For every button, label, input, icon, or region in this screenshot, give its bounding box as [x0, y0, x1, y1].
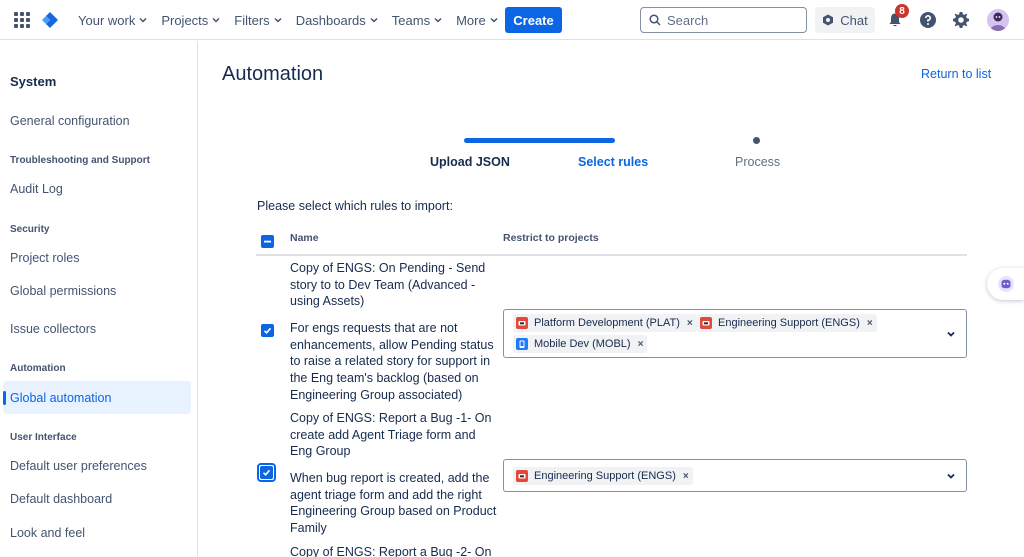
remove-tag-icon[interactable]: ×: [867, 318, 873, 329]
project-avatar-icon: [700, 317, 712, 329]
sidebar-heading-troubleshooting: Troubleshooting and Support: [10, 155, 150, 166]
remove-tag-icon[interactable]: ×: [687, 318, 693, 329]
help-icon: [920, 12, 936, 28]
search-icon: [649, 14, 661, 26]
rule-2-project-select[interactable]: Engineering Support (ENGS) ×: [503, 459, 967, 492]
project-avatar-icon: [516, 317, 528, 329]
instructions-text: Please select which rules to import:: [257, 199, 453, 213]
rule-3-name: Copy of ENGS: Report a Bug -2- On: [290, 545, 492, 557]
sidebar-item-global-automation[interactable]: Global automation: [3, 381, 191, 414]
sidebar-heading-security: Security: [10, 224, 50, 235]
step-select-rules: Select rules: [578, 155, 649, 169]
chevron-down-icon: [139, 17, 147, 23]
nav-teams-label: Teams: [391, 12, 431, 28]
user-avatar-icon: [987, 9, 1009, 31]
rule-1-name: Copy of ENGS: On Pending - Send story to…: [290, 261, 486, 309]
return-to-list-link[interactable]: Return to list: [921, 67, 991, 81]
nav-teams[interactable]: Teams: [392, 13, 442, 28]
gear-icon: [953, 12, 969, 28]
nav-projects[interactable]: Projects: [161, 13, 220, 28]
project-tag-plat: Platform Development (PLAT) ×: [513, 314, 697, 332]
nav-more[interactable]: More: [456, 13, 498, 28]
project-avatar-icon: [516, 338, 528, 350]
chevron-down-icon: [434, 17, 442, 23]
sidebar-item-issue-collectors[interactable]: Issue collectors: [10, 322, 96, 336]
notification-count-badge: 8: [895, 4, 909, 18]
notifications-button[interactable]: 8: [883, 4, 909, 32]
rule-2-description: When bug report is created, add the agen…: [290, 471, 497, 536]
project-tag-engs: Engineering Support (ENGS) ×: [697, 314, 877, 332]
project-tag-label: Mobile Dev (MOBL): [534, 338, 631, 350]
column-header-restrict[interactable]: Restrict to projects: [503, 232, 599, 244]
sidebar-title: System: [10, 74, 57, 89]
checkmark-icon: [263, 327, 272, 334]
settings-button[interactable]: [949, 8, 973, 32]
project-tag-engs: Engineering Support (ENGS) ×: [513, 467, 693, 485]
sidebar-heading-user-interface: User Interface: [10, 432, 77, 443]
nav-more-label: More: [456, 12, 486, 28]
chat-label: Chat: [840, 12, 868, 28]
checkmark-icon: [262, 469, 271, 476]
nav-your-work-label: Your work: [78, 12, 136, 28]
help-button[interactable]: [916, 8, 940, 32]
nav-projects-label: Projects: [161, 12, 209, 28]
chevron-down-icon[interactable]: [946, 471, 956, 481]
search-box[interactable]: [640, 7, 807, 33]
sidebar-item-general-configuration[interactable]: General configuration: [10, 114, 130, 128]
sidebar-item-global-permissions[interactable]: Global permissions: [10, 284, 116, 298]
rule-1-project-select[interactable]: Platform Development (PLAT) × Engineerin…: [503, 309, 967, 358]
nav-filters-label: Filters: [234, 12, 270, 28]
sidebar-item-default-dashboard[interactable]: Default dashboard: [10, 492, 112, 506]
nav-your-work[interactable]: Your work: [78, 13, 147, 28]
sidebar-item-default-user-preferences[interactable]: Default user preferences: [10, 459, 147, 473]
chevron-down-icon[interactable]: [946, 329, 956, 339]
project-tag-mobl: Mobile Dev (MOBL) ×: [513, 335, 648, 353]
sidebar-item-global-automation-label: Global automation: [10, 390, 112, 405]
page-title: Automation: [222, 63, 324, 85]
avatar[interactable]: [987, 9, 1009, 31]
sidebar-item-audit-log[interactable]: Audit Log: [10, 182, 63, 196]
select-all-checkbox[interactable]: [261, 235, 274, 248]
create-button[interactable]: Create: [505, 7, 562, 33]
indeterminate-icon: [264, 240, 271, 243]
chevron-down-icon: [490, 17, 498, 23]
project-avatar-icon: [516, 470, 528, 482]
nav-dashboards-label: Dashboards: [295, 12, 366, 28]
chevron-down-icon: [212, 17, 220, 23]
table-header-divider: [256, 254, 967, 256]
rule-2-checkbox[interactable]: [257, 463, 276, 482]
nav-filters[interactable]: Filters: [234, 12, 282, 28]
search-input[interactable]: [667, 12, 797, 28]
assistant-floating-button[interactable]: [987, 268, 1024, 300]
top-navigation: Your work Projects Filters Dashboards Te…: [0, 0, 1024, 40]
rule-1-checkbox[interactable]: [261, 324, 274, 337]
app-switcher-icon[interactable]: [14, 12, 30, 28]
step-process: Process: [735, 155, 781, 169]
rule-1-description: For engs requests that are not enhanceme…: [290, 321, 494, 402]
project-tag-label: Engineering Support (ENGS): [534, 470, 676, 482]
remove-tag-icon[interactable]: ×: [638, 339, 644, 350]
project-tag-label: Engineering Support (ENGS): [718, 317, 860, 329]
remove-tag-icon[interactable]: ×: [683, 471, 689, 482]
assistant-icon: [997, 276, 1014, 292]
chevron-down-icon: [274, 17, 282, 23]
sidebar: System General configuration Troubleshoo…: [0, 41, 198, 557]
project-tag-label: Platform Development (PLAT): [534, 317, 680, 329]
sidebar-item-project-roles[interactable]: Project roles: [10, 251, 79, 265]
step-upload-json: Upload JSON: [430, 155, 510, 169]
chevron-down-icon: [370, 17, 378, 23]
chat-button[interactable]: Chat: [815, 7, 875, 33]
step-progress-bar: [464, 138, 615, 143]
chat-icon: [823, 14, 834, 26]
sidebar-heading-automation: Automation: [10, 363, 66, 374]
rule-2-name: Copy of ENGS: Report a Bug -1- On create…: [290, 411, 492, 459]
jira-logo-icon[interactable]: [40, 10, 60, 30]
column-header-name[interactable]: Name: [290, 232, 319, 244]
sidebar-item-look-and-feel[interactable]: Look and feel: [10, 526, 85, 540]
step-pending-dot: [753, 137, 760, 144]
nav-dashboards[interactable]: Dashboards: [296, 13, 378, 28]
